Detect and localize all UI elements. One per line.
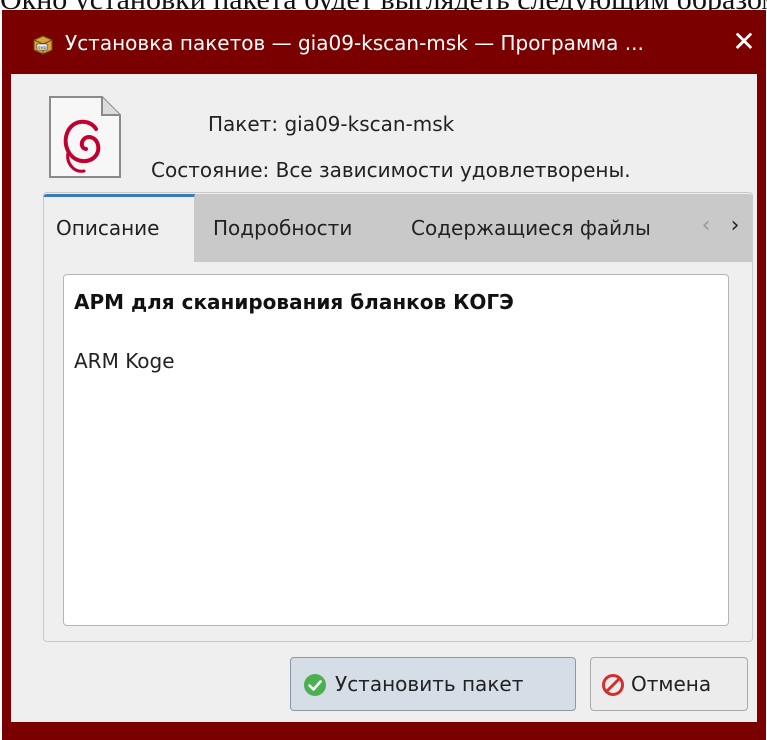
- description-body: ARM Koge: [74, 349, 175, 373]
- tab-scroll-left-icon[interactable]: ‹: [696, 208, 716, 244]
- close-icon[interactable]: ✕: [728, 26, 760, 58]
- tab-contained-files[interactable]: Содержащиеся файлы: [401, 194, 689, 262]
- deb-package-icon: deb: [33, 35, 53, 55]
- cancel-button[interactable]: Отмена: [590, 657, 748, 711]
- package-status-row: Состояние: Все зависимости удовлетворены…: [151, 157, 631, 183]
- description-text-area[interactable]: АРМ для сканирования бланков КОГЭ ARM Ko…: [63, 274, 729, 626]
- install-package-dialog: deb Установка пакетов — gia09-kscan-msk …: [2, 10, 766, 740]
- install-package-label: Установить пакет: [335, 672, 524, 696]
- package-status-value: Все зависимости удовлетворены.: [275, 158, 631, 182]
- debian-swirl-icon: [49, 96, 121, 178]
- tab-scroll-right-icon[interactable]: ›: [725, 208, 745, 244]
- description-title: АРМ для сканирования бланков КОГЭ: [74, 290, 514, 314]
- dialog-body: Пакет: gia09-kscan-msk Состояние: Все за…: [11, 74, 757, 722]
- package-name-value: gia09-kscan-msk: [284, 112, 455, 136]
- cancel-label: Отмена: [631, 672, 712, 696]
- titlebar[interactable]: deb Установка пакетов — gia09-kscan-msk …: [2, 10, 766, 78]
- cancel-icon: [602, 674, 624, 696]
- install-package-button[interactable]: Установить пакет: [290, 657, 576, 711]
- check-circle-icon: [304, 674, 326, 696]
- window-title: Установка пакетов — gia09-kscan-msk — Пр…: [65, 31, 644, 55]
- svg-text:deb: deb: [38, 45, 47, 51]
- package-name-label: Пакет:: [208, 112, 279, 136]
- tab-details[interactable]: Подробности: [203, 194, 393, 262]
- tab-bar: Описание Подробности Содержащиеся файлы …: [43, 194, 753, 262]
- package-status-label: Состояние:: [151, 158, 270, 182]
- tab-description[interactable]: Описание: [43, 194, 195, 262]
- package-name-row: Пакет: gia09-kscan-msk: [208, 111, 454, 137]
